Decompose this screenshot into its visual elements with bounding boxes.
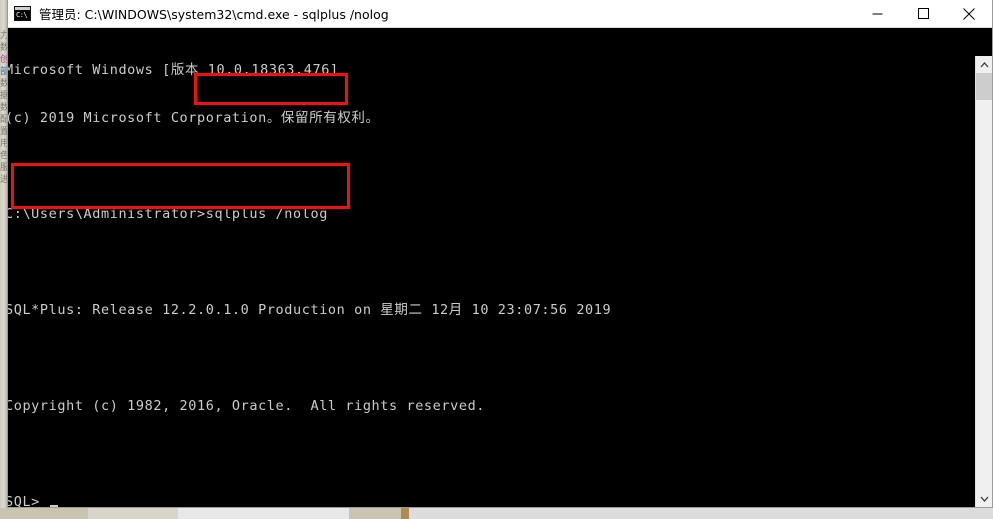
- bottom-bar-segment-highlight: [401, 508, 409, 519]
- bg-glyph: 创: [0, 55, 7, 65]
- background-window-left-strip[interactable]: 力 数 创 部 数 据 数 配 置 用 色 服 进: [0, 0, 7, 519]
- bg-glyph: 数: [0, 43, 7, 53]
- bg-glyph: 部: [0, 67, 7, 77]
- bg-glyph: 用: [0, 139, 7, 149]
- bg-glyph: 置: [0, 127, 7, 137]
- console-line: SQL*Plus: Release 12.2.0.1.0 Production …: [8, 302, 612, 318]
- bg-glyph: 数: [0, 79, 7, 89]
- console-line: (c) 2019 Microsoft Corporation。保留所有权利。: [8, 110, 380, 126]
- scroll-up-button[interactable]: [976, 56, 992, 73]
- bg-glyph: 力: [0, 31, 7, 41]
- text-cursor: [49, 505, 58, 507]
- bg-glyph: 进: [0, 175, 7, 185]
- vertical-scrollbar[interactable]: [975, 56, 992, 507]
- desktop-screen: 力 数 创 部 数 据 数 配 置 用 色 服 进 管理员: C:\WINDOW…: [0, 0, 993, 519]
- close-button[interactable]: [946, 0, 992, 27]
- cmd-window[interactable]: 管理员: C:\WINDOWS\system32\cmd.exe - sqlpl…: [7, 0, 993, 508]
- console-output-area[interactable]: Microsoft Windows [版本 10.0.18363.476] (c…: [8, 28, 992, 507]
- bg-glyph: 数: [0, 103, 7, 113]
- bottom-bar-segment: [349, 508, 401, 519]
- cmd-icon: [14, 6, 31, 21]
- bg-glyph: 据: [0, 91, 7, 101]
- sql-prompt: SQL>: [8, 494, 40, 507]
- window-controls: [854, 0, 992, 27]
- console-line: Microsoft Windows [版本 10.0.18363.476]: [8, 62, 339, 78]
- maximize-button[interactable]: [900, 0, 946, 27]
- bg-glyph: 服: [0, 163, 7, 173]
- minimize-button[interactable]: [854, 0, 900, 27]
- title-bar[interactable]: 管理员: C:\WINDOWS\system32\cmd.exe - sqlpl…: [8, 0, 992, 28]
- bottom-bar-segment: [0, 508, 88, 519]
- bottom-bar-segment: [88, 508, 178, 519]
- bottom-bar-segment: [178, 508, 349, 519]
- console-line-prompt: SQL>: [8, 494, 611, 507]
- scrollbar-thumb[interactable]: [976, 73, 992, 100]
- console-line-command: C:\Users\Administrator>sqlplus /nolog: [8, 206, 328, 222]
- window-title: 管理员: C:\WINDOWS\system32\cmd.exe - sqlpl…: [39, 7, 389, 22]
- background-window-bottom-bar[interactable]: [0, 508, 993, 519]
- console-text: Microsoft Windows [版本 10.0.18363.476] (c…: [8, 30, 611, 507]
- scroll-down-button[interactable]: [976, 490, 992, 507]
- bottom-bar-segment: [409, 508, 993, 519]
- bg-glyph: 配: [0, 115, 7, 125]
- background-window-left-glyphs: 力 数 创 部 数 据 数 配 置 用 色 服 进: [0, 30, 7, 500]
- console-line: Copyright (c) 1982, 2016, Oracle. All ri…: [8, 398, 486, 414]
- bg-glyph: 色: [0, 151, 7, 161]
